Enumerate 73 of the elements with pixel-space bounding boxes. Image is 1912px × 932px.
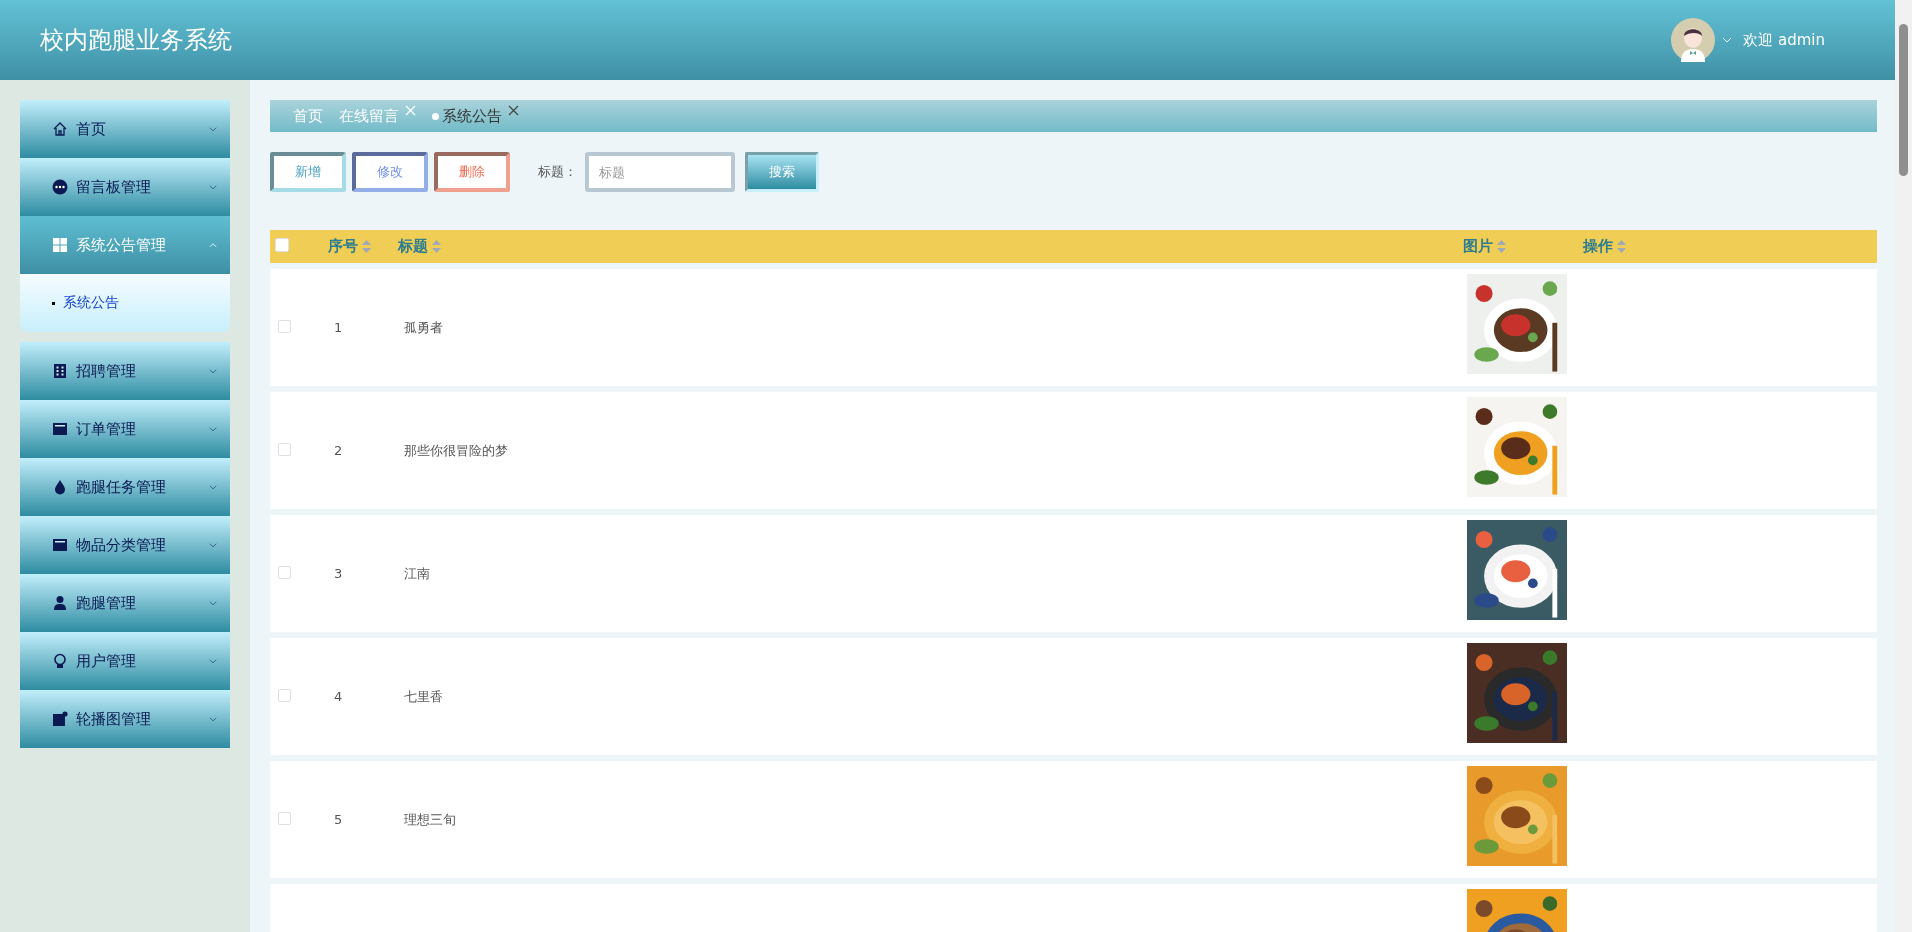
select-all-checkbox[interactable] xyxy=(275,238,289,252)
chevron-icon xyxy=(208,424,218,434)
menu-label: 跑腿管理 xyxy=(76,593,137,613)
menu-label: 物品分类管理 xyxy=(76,535,167,555)
drop-icon xyxy=(52,479,68,495)
menu-label: 系统公告管理 xyxy=(76,235,167,255)
menu-label: 轮播图管理 xyxy=(76,709,152,729)
row-checkbox[interactable] xyxy=(278,812,291,825)
chevron-icon xyxy=(208,240,218,250)
table-cell: 5 xyxy=(334,812,343,827)
menu-item[interactable]: 招聘管理 xyxy=(20,342,230,400)
table-cell: 理想三旬 xyxy=(404,811,456,827)
building-icon xyxy=(52,363,68,379)
row-checkbox[interactable] xyxy=(278,443,291,456)
table-cell: 七里香 xyxy=(404,688,443,704)
menu-label: 跑腿任务管理 xyxy=(76,477,167,497)
menu-item[interactable]: 用户管理 xyxy=(20,632,230,690)
chevron-icon xyxy=(208,714,218,724)
chevron-icon xyxy=(208,182,218,192)
avatar[interactable] xyxy=(1671,18,1716,62)
chevron-icon xyxy=(208,366,218,376)
menu-item[interactable]: 跑腿任务管理 xyxy=(20,458,230,516)
sort-icon[interactable] xyxy=(1497,240,1506,253)
menu-item[interactable]: 跑腿管理 xyxy=(20,574,230,632)
table-cell: 2 xyxy=(334,443,343,458)
menu-label: 订单管理 xyxy=(76,419,137,439)
sort-icon[interactable] xyxy=(432,240,441,253)
menu-label: 用户管理 xyxy=(76,651,137,671)
table-cell: 1 xyxy=(334,320,343,335)
sort-icon[interactable] xyxy=(362,240,371,253)
scrollbar[interactable] xyxy=(1895,0,1912,932)
row-checkbox[interactable] xyxy=(278,689,291,702)
tab[interactable]: 系统公告 xyxy=(432,106,502,126)
chevron-icon xyxy=(208,656,218,666)
welcome-text: 欢迎 admin xyxy=(1743,30,1825,50)
row-checkbox[interactable] xyxy=(278,566,291,579)
home-icon xyxy=(52,121,68,137)
column-header: 操作 xyxy=(1583,237,1613,256)
menu-item[interactable]: 首页 xyxy=(20,100,230,158)
bulb-icon xyxy=(52,653,68,669)
menu-item[interactable]: 订单管理 xyxy=(20,400,230,458)
column-header: 序号 xyxy=(328,237,358,256)
image-icon xyxy=(52,711,68,727)
table-cell: 3 xyxy=(334,566,343,581)
grid-icon xyxy=(52,237,68,253)
person-icon xyxy=(52,595,68,611)
chat-dots-icon xyxy=(52,179,68,195)
card-icon xyxy=(52,421,68,437)
submenu-item[interactable]: 系统公告 xyxy=(63,294,119,312)
table-cell: 那些你很冒险的梦 xyxy=(404,442,508,458)
chevron-icon xyxy=(208,124,218,134)
search-label: 标题： xyxy=(538,163,577,181)
table-cell: 4 xyxy=(334,689,343,704)
search-field[interactable]: 标题 xyxy=(585,152,735,192)
column-header: 图片 xyxy=(1463,237,1493,256)
column-header: 标题 xyxy=(398,237,428,256)
row-checkbox[interactable] xyxy=(278,320,291,333)
menu-label: 首页 xyxy=(76,119,107,139)
table-cell: 孤勇者 xyxy=(404,319,443,335)
menu-label: 留言板管理 xyxy=(76,177,152,197)
chevron-icon xyxy=(208,540,218,550)
bullet-icon xyxy=(52,301,55,305)
menu-label: 招聘管理 xyxy=(76,361,137,381)
chevron-icon xyxy=(208,482,218,492)
menu-item[interactable]: 轮播图管理 xyxy=(20,690,230,748)
table-cell: 江南 xyxy=(404,565,430,581)
chevron-icon xyxy=(208,598,218,608)
card-icon xyxy=(52,537,68,553)
menu-item[interactable]: 留言板管理 xyxy=(20,158,230,216)
menu-item[interactable]: 物品分类管理 xyxy=(20,516,230,574)
sort-icon[interactable] xyxy=(1617,240,1626,253)
close-icon[interactable] xyxy=(508,104,519,116)
app-title: 校内跑腿业务系统 xyxy=(40,25,233,56)
